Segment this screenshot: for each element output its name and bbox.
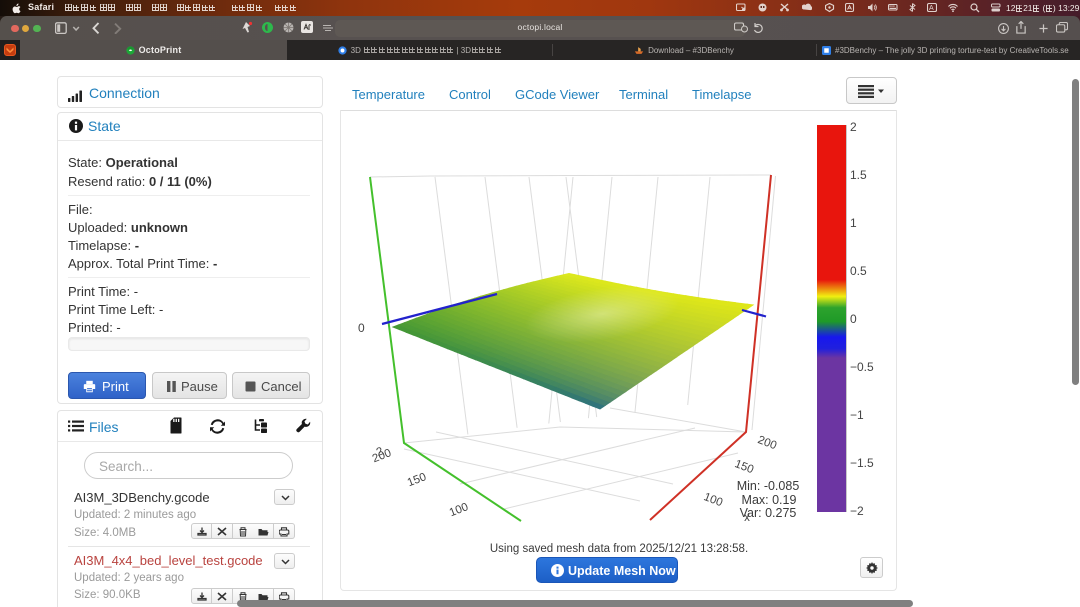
svg-text:−1.5: −1.5 [850,456,874,470]
svg-text:0.5: 0.5 [850,264,867,278]
svg-text:Max: 0.19: Max: 0.19 [742,493,797,507]
svg-text:−0.5: −0.5 [850,360,874,374]
svg-text:150: 150 [406,471,428,489]
svg-text:1: 1 [850,216,857,230]
svg-text:0: 0 [358,321,365,335]
svg-text:0: 0 [850,312,857,326]
svg-text:−1: −1 [850,408,864,422]
svg-text:Min: -0.085: Min: -0.085 [737,479,800,493]
svg-text:100: 100 [702,491,724,509]
svg-text:150: 150 [733,458,755,476]
svg-text:100: 100 [448,501,470,519]
svg-text:2: 2 [850,120,857,134]
svg-text:1.5: 1.5 [850,168,867,182]
svg-text:200: 200 [756,434,778,452]
svg-text:Var: 0.275: Var: 0.275 [740,506,797,520]
svg-text:−2: −2 [850,504,864,518]
